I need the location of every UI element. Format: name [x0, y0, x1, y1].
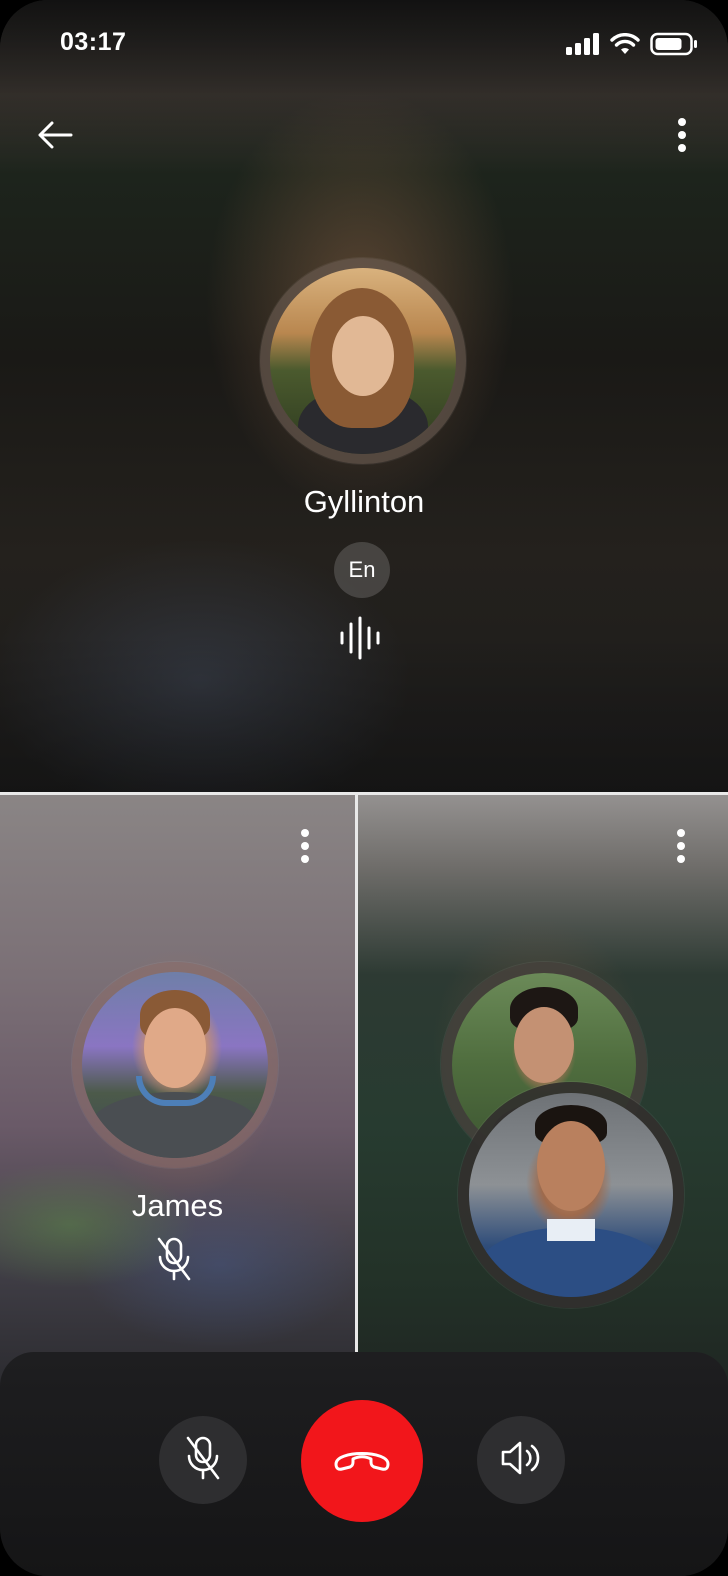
- james-photo: [82, 972, 268, 1158]
- call-options-button[interactable]: [662, 112, 702, 162]
- more-vertical-icon: [300, 828, 310, 869]
- more-vertical-icon: [677, 117, 687, 158]
- status-time: 03:17: [60, 28, 127, 56]
- end-call-button[interactable]: [301, 1400, 423, 1522]
- call-control-bar: [0, 1352, 728, 1576]
- speaker-button[interactable]: [477, 1416, 565, 1504]
- participant-photo: [469, 1093, 673, 1297]
- participant-name: James: [131, 1188, 224, 1223]
- battery-icon: [650, 32, 698, 61]
- participant-options-button[interactable]: [666, 826, 696, 870]
- phone-hangup-icon: [332, 1444, 392, 1479]
- cellular-signal-icon: [566, 33, 600, 60]
- participant-avatar: [458, 1082, 684, 1308]
- status-bar: 03:17: [0, 0, 728, 90]
- mic-off-icon: [183, 1435, 223, 1486]
- video-call-screen: 03:17 Gyllinton En James: [0, 0, 728, 1576]
- status-icons: [566, 32, 698, 61]
- participant-options-button[interactable]: [290, 826, 320, 870]
- language-badge[interactable]: En: [334, 542, 390, 598]
- james-avatar: [72, 962, 278, 1168]
- main-caller-photo: [270, 268, 456, 454]
- divider-horizontal: [0, 792, 728, 795]
- main-caller-avatar: [260, 258, 466, 464]
- divider-vertical: [355, 795, 358, 1355]
- arrow-left-icon: [35, 119, 75, 156]
- mic-off-icon: [154, 1236, 194, 1282]
- wifi-icon: [610, 33, 640, 60]
- voice-wave-icon: [338, 616, 386, 660]
- main-caller-name: Gyllinton: [303, 484, 425, 519]
- back-button[interactable]: [30, 112, 80, 162]
- more-vertical-icon: [676, 828, 686, 869]
- mute-button[interactable]: [159, 1416, 247, 1504]
- speaker-icon: [499, 1438, 543, 1483]
